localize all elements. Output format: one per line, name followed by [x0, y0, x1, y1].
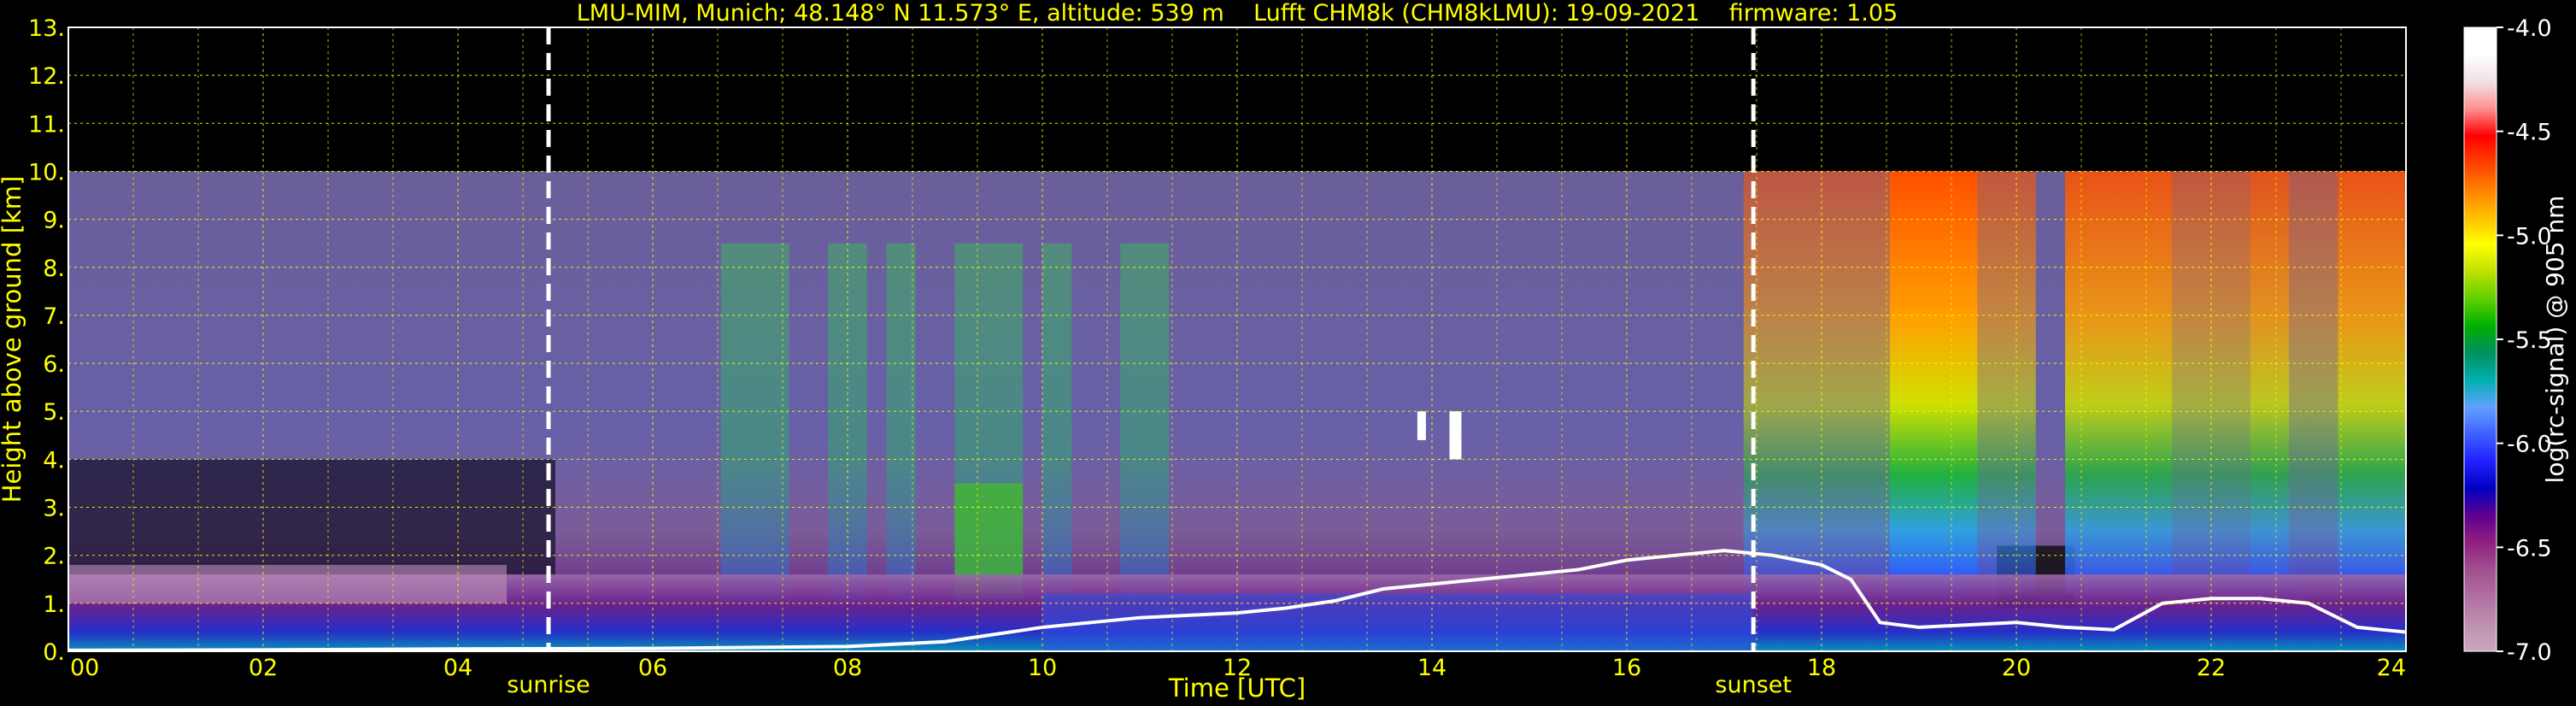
- residual-layer: [68, 564, 507, 603]
- signal-column: [2338, 171, 2406, 594]
- cloud-patch: [1449, 411, 1462, 460]
- x-tick-label: 08: [833, 655, 862, 681]
- y-tick-label: 11.: [28, 111, 65, 138]
- aerosol-column: [1042, 243, 1072, 603]
- x-tick-label: 00: [70, 655, 99, 681]
- y-tick-label: 0.: [43, 639, 65, 666]
- colorbar-tick-label: -7.0: [2507, 639, 2552, 666]
- y-tick-label: 10.: [28, 159, 65, 185]
- signal-column: [1889, 171, 1978, 594]
- y-tick-labels: 0. 1. 2. 3. 4. 5. 6. 7. 8. 9. 10. 11. 12. 13.: [28, 15, 65, 666]
- y-tick-label: 4.: [43, 447, 65, 474]
- y-tick-label: 13.: [28, 15, 65, 42]
- chart-title: LMU-MIM, Munich; 48.148° N 11.573° E, al…: [577, 0, 1898, 26]
- x-tick-label: 18: [1807, 655, 1836, 681]
- y-axis-label: Height above ground [km]: [0, 176, 26, 503]
- x-tick-label: 10: [1028, 655, 1057, 681]
- aerosol-column: [886, 243, 916, 603]
- colorbar: [2463, 26, 2497, 652]
- x-tick-label: 22: [2197, 655, 2226, 681]
- x-tick-label: 06: [638, 655, 667, 681]
- x-tick-label: 14: [1417, 655, 1446, 681]
- signal-column: [1743, 171, 1890, 594]
- signal-column: [2250, 171, 2290, 594]
- colorbar-tick-label: -4.0: [2507, 15, 2552, 42]
- y-tick-label: 5.: [43, 399, 65, 426]
- mixing-layer: [1042, 593, 1754, 651]
- cloud-patch: [1417, 411, 1426, 440]
- aerosol-column: [720, 243, 789, 603]
- sun-event-labels: sunrise sunset: [507, 672, 1792, 698]
- x-tick-label: 24: [2377, 655, 2406, 681]
- colorbar-tick-label: -6.5: [2507, 535, 2552, 562]
- colorbar-tick-label: -4.5: [2507, 120, 2552, 146]
- signal-column: [2289, 171, 2338, 594]
- y-tick-label: 8.: [43, 256, 65, 282]
- sunrise-label: sunrise: [507, 672, 590, 698]
- y-tick-label: 7.: [43, 303, 65, 330]
- y-tick-label: 6.: [43, 351, 65, 378]
- y-tick-label: 12.: [28, 63, 65, 90]
- x-axis-label: Time [UTC]: [1168, 674, 1306, 703]
- colorbar-label: log(rc-signal) @ 905 nm: [2541, 196, 2569, 484]
- x-tick-label: 04: [443, 655, 472, 681]
- y-tick-label: 1.: [43, 591, 65, 618]
- x-tick-label: 16: [1612, 655, 1641, 681]
- aerosol-column: [1120, 243, 1170, 603]
- y-tick-label: 3.: [43, 496, 65, 522]
- y-tick-label: 9.: [43, 208, 65, 234]
- x-tick-label: 02: [249, 655, 278, 681]
- night-noise: [68, 459, 555, 575]
- ceilometer-chart: 0. 1. 2. 3. 4. 5. 6. 7. 8. 9. 10. 11. 12. 13. 00 02 04 0…: [0, 0, 2569, 703]
- sunset-label: sunset: [1715, 672, 1792, 698]
- signal-column: [1977, 171, 2036, 594]
- y-tick-label: 2.: [43, 544, 65, 570]
- x-tick-label: 20: [2002, 655, 2031, 681]
